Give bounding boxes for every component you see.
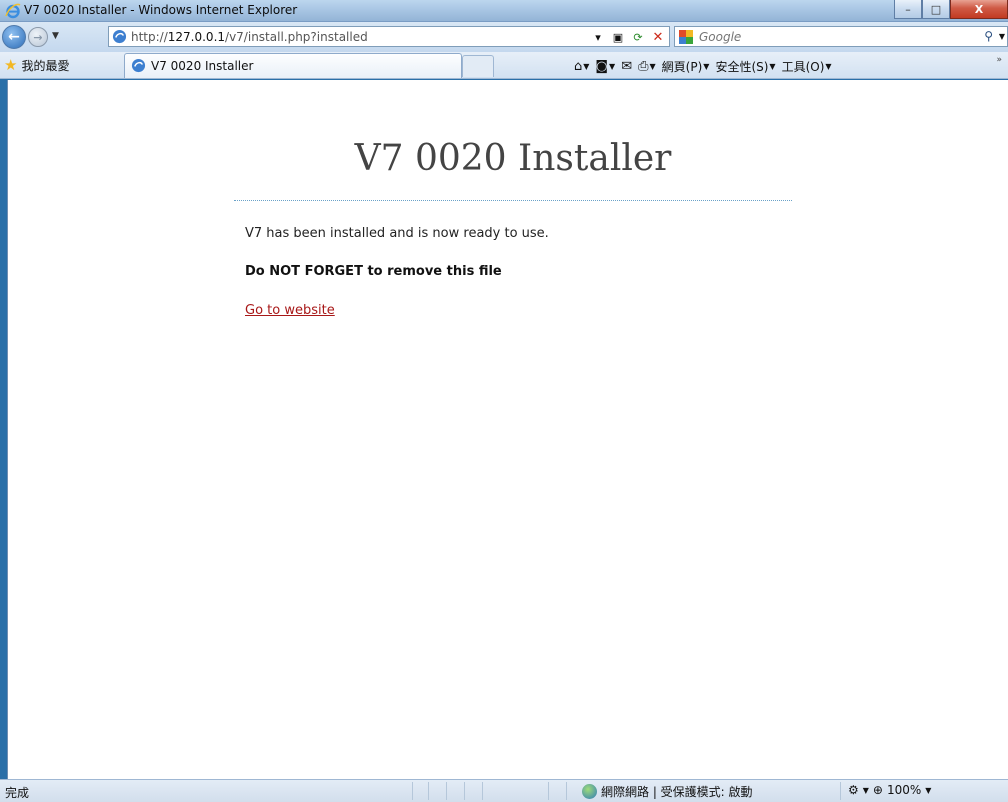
search-options-dropdown-icon[interactable]: ▼ [999, 32, 1005, 41]
title-divider [234, 200, 792, 201]
status-divider [482, 782, 483, 800]
mail-icon: ✉ [621, 59, 633, 74]
page-menu-label: 網頁(P) [661, 60, 703, 74]
status-divider [548, 782, 549, 800]
status-divider [464, 782, 465, 800]
status-divider [428, 782, 429, 800]
more-commands-chevron-icon[interactable]: » [996, 55, 1002, 65]
forward-arrow-icon: → [33, 30, 43, 44]
new-tab-button[interactable] [462, 55, 494, 77]
status-divider [840, 782, 841, 800]
status-tools: ⚙ ▼ ⊕ 100% ▼ [848, 783, 931, 797]
forward-button[interactable]: → [28, 27, 48, 47]
back-button[interactable]: ← [2, 25, 26, 49]
command-bar: ★ 我的最愛 V7 0020 Installer ⌂ ▼ ◙ ▼ ✉ ⎙ ▼ 網頁(P… [0, 52, 1008, 79]
home-button[interactable]: ⌂ ▼ [574, 59, 589, 74]
command-items: ⌂ ▼ ◙ ▼ ✉ ⎙ ▼ 網頁(P) ▼ 安全性(S) ▼ 工具(O) ▼ [574, 58, 832, 75]
favorites-star-icon: ★ [4, 56, 18, 74]
rss-feed-icon: ◙ [595, 59, 609, 74]
safety-menu-label: 安全性(S) [715, 60, 769, 74]
page-icon [112, 29, 127, 44]
maximize-button[interactable]: □ [922, 0, 950, 19]
search-box[interactable]: ⚲ ▼ [674, 26, 1008, 47]
go-to-website-link[interactable]: Go to website [245, 303, 335, 318]
address-dropdown-icon[interactable]: ▾ [589, 31, 607, 44]
window-title: V7 0020 Installer - Windows Internet Exp… [24, 3, 298, 17]
feeds-dropdown-icon[interactable]: ▼ [609, 62, 615, 71]
internet-zone-globe-icon [582, 784, 597, 799]
mail-button[interactable]: ✉ [621, 59, 632, 74]
security-zone-label: 網際網路 | 受保護模式: 啟動 [601, 785, 753, 799]
page-title: V7 0020 Installer [354, 138, 672, 179]
close-button[interactable]: X [950, 0, 1008, 19]
minimize-button[interactable]: – [894, 0, 922, 19]
status-text: 完成 [5, 786, 30, 800]
back-arrow-icon: ← [8, 29, 20, 45]
tab-page-icon [131, 58, 146, 73]
tools-menu-dropdown-icon: ▼ [825, 62, 832, 71]
print-dropdown-icon[interactable]: ▼ [650, 62, 656, 71]
status-bar: 完成 網際網路 | 受保護模式: 啟動 ⚙ ▼ ⊕ 100% ▼ [0, 779, 1008, 802]
print-button[interactable]: ⎙ ▼ [638, 59, 656, 74]
safety-menu-dropdown-icon: ▼ [769, 62, 776, 71]
address-actions: ▾ ▣ ⟳ ✕ [589, 28, 667, 46]
title-bar: V7 0020 Installer - Windows Internet Exp… [0, 0, 1008, 22]
search-input[interactable] [699, 28, 969, 45]
address-field[interactable]: http://127.0.0.1/v7/install.php?installe… [108, 26, 670, 47]
favorites-label: 我的最愛 [21, 58, 70, 73]
print-icon: ⎙ [638, 59, 649, 74]
feeds-button[interactable]: ◙ ▼ [595, 59, 615, 74]
zoom-dropdown-icon[interactable]: ▼ [925, 786, 931, 795]
security-zone[interactable]: 網際網路 | 受保護模式: 啟動 [582, 783, 753, 800]
remove-file-warning: Do NOT FORGET to remove this file [245, 264, 502, 279]
page-menu-dropdown-icon: ▼ [703, 62, 710, 71]
tools-menu[interactable]: 工具(O) ▼ [782, 58, 832, 75]
manage-add-ons-icon[interactable]: ⚙ [848, 783, 859, 797]
install-message: V7 has been installed and is now ready t… [245, 226, 549, 241]
page-menu[interactable]: 網頁(P) ▼ [662, 58, 710, 75]
recent-pages-dropdown-icon[interactable]: ▼ [52, 31, 59, 41]
stop-icon[interactable]: ✕ [649, 30, 667, 45]
tools-menu-label: 工具(O) [781, 60, 825, 74]
zoom-magnifier-icon[interactable]: ⊕ [873, 783, 883, 797]
add-ons-dropdown-icon[interactable]: ▼ [863, 786, 869, 795]
tab-label: V7 0020 Installer [151, 59, 254, 73]
tab-current[interactable]: V7 0020 Installer [124, 53, 462, 78]
safety-menu[interactable]: 安全性(S) ▼ [715, 58, 775, 75]
internet-explorer-icon [5, 3, 21, 19]
favorites-button[interactable]: ★ 我的最愛 [4, 56, 69, 74]
zoom-level[interactable]: 100% [887, 783, 921, 797]
status-divider [566, 782, 567, 800]
compatibility-view-icon[interactable]: ▣ [609, 31, 627, 44]
search-icon[interactable]: ⚲ [984, 29, 993, 43]
home-dropdown-icon[interactable]: ▼ [583, 62, 589, 71]
google-logo-icon [679, 30, 693, 44]
home-icon: ⌂ [574, 59, 583, 74]
page-viewport: V7 0020 Installer V7 has been installed … [7, 80, 1008, 779]
address-toolbar: ← → ▼ http://127.0.0.1/v7/install.php?in… [0, 22, 1008, 52]
url-text[interactable]: http://127.0.0.1/v7/install.php?installe… [131, 30, 368, 44]
refresh-icon[interactable]: ⟳ [629, 31, 647, 44]
window-controls: – □ X [894, 0, 1008, 20]
status-divider [412, 782, 413, 800]
status-divider [446, 782, 447, 800]
